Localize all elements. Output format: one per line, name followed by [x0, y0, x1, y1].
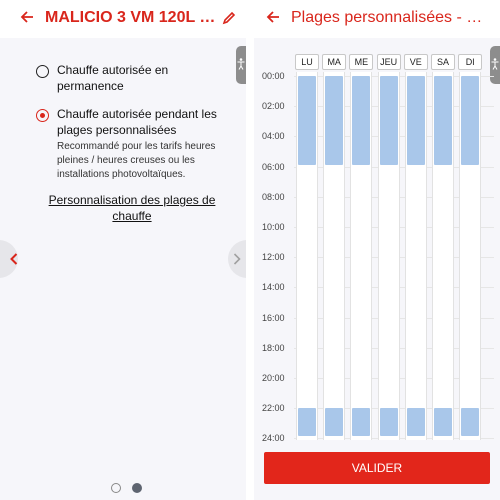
time-label: 12:00	[262, 252, 285, 263]
time-label: 04:00	[262, 131, 285, 142]
customize-ranges-link[interactable]: Personnalisation des plages de chauffe	[42, 192, 222, 224]
heating-range-block[interactable]	[434, 76, 452, 165]
page-title: MALICIO 3 VM 120L 24...	[45, 9, 217, 26]
pencil-icon[interactable]	[222, 11, 236, 25]
option-permanent[interactable]: Chauffe autorisée en permanence	[36, 62, 197, 94]
accessibility-tab[interactable]	[236, 46, 246, 84]
day-column[interactable]	[350, 72, 373, 440]
page-dot-1[interactable]	[111, 483, 121, 493]
heating-range-block[interactable]	[461, 408, 480, 437]
heating-range-block[interactable]	[298, 76, 316, 165]
page-title: Plages personnalisées - MALI...	[291, 9, 491, 26]
time-label: 14:00	[262, 282, 285, 293]
heating-range-block[interactable]	[406, 408, 425, 437]
day-column[interactable]	[296, 72, 318, 440]
time-label: 22:00	[262, 403, 285, 414]
next-button[interactable]	[228, 240, 246, 278]
app-header: Plages personnalisées - MALI...	[254, 0, 500, 38]
day-column[interactable]	[459, 72, 482, 440]
day-label: MA	[322, 54, 347, 70]
day-label: VE	[403, 54, 428, 70]
day-column[interactable]	[377, 72, 400, 440]
day-column[interactable]	[432, 72, 454, 440]
option-label: Chauffe autorisée pendant les plages per…	[57, 107, 217, 137]
time-label: 02:00	[262, 101, 285, 112]
back-arrow-icon[interactable]	[266, 10, 280, 24]
accessibility-icon	[237, 58, 245, 70]
back-arrow-icon[interactable]	[20, 10, 34, 24]
heating-range-block[interactable]	[406, 76, 425, 165]
heating-range-block[interactable]	[325, 76, 344, 165]
app-header: MALICIO 3 VM 120L 24...	[0, 0, 246, 38]
option-custom-ranges[interactable]: Chauffe autorisée pendant les plages per…	[36, 106, 222, 138]
custom-ranges-screen: Plages personnalisées - MALI... 00:00 02:…	[254, 0, 500, 500]
heating-range-block[interactable]	[461, 76, 480, 165]
validate-button[interactable]: VALIDER	[264, 452, 490, 484]
day-column[interactable]	[404, 72, 427, 440]
time-label: 16:00	[262, 312, 285, 323]
day-label: JEU	[376, 54, 401, 70]
recommendation-note: Recommandé pour les tarifs heures pleine…	[57, 141, 216, 180]
time-label: 00:00	[262, 71, 285, 81]
heating-range-block[interactable]	[379, 408, 398, 437]
time-label: 18:00	[262, 342, 285, 353]
time-label: 08:00	[262, 191, 285, 202]
option-label: Chauffe autorisée en permanence	[57, 63, 169, 93]
heating-range-block[interactable]	[325, 408, 344, 437]
time-label: 06:00	[262, 161, 285, 172]
heating-range-block[interactable]	[434, 408, 452, 437]
accessibility-tab[interactable]	[490, 46, 500, 84]
radio-button[interactable]	[36, 65, 49, 78]
day-label: ME	[349, 54, 374, 70]
day-label: DI	[458, 54, 483, 70]
time-label: 24:00	[262, 433, 285, 444]
time-label: 10:00	[262, 222, 285, 232]
day-label: SA	[431, 54, 455, 70]
accessibility-icon	[491, 58, 499, 70]
page-dot-2-active[interactable]	[132, 483, 142, 493]
heating-range-block[interactable]	[379, 76, 398, 165]
time-label: 20:00	[262, 373, 285, 383]
heating-range-block[interactable]	[298, 408, 316, 437]
heating-range-block[interactable]	[352, 76, 371, 165]
chevron-right-icon	[233, 253, 241, 265]
heating-range-block[interactable]	[352, 408, 371, 437]
heating-mode-screen: MALICIO 3 VM 120L 24... Chauffe autorisé…	[0, 0, 246, 500]
day-label: LU	[295, 54, 319, 70]
radio-button-selected[interactable]	[36, 109, 49, 122]
day-column[interactable]	[323, 72, 346, 440]
chevron-left-icon	[10, 253, 18, 265]
previous-button[interactable]	[0, 240, 18, 278]
